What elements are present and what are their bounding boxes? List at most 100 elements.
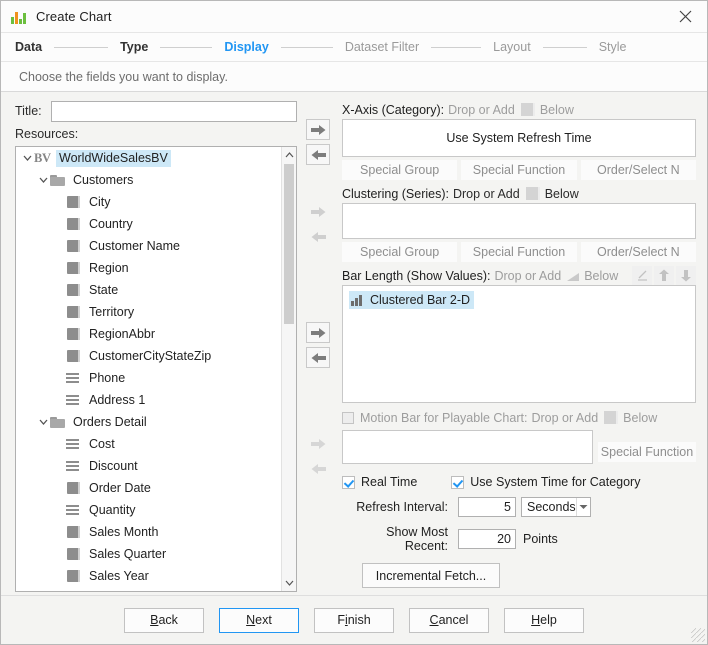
cancel-button[interactable]: Cancel: [409, 608, 489, 633]
detail-icon: [66, 370, 82, 386]
tree-item-label: Address 1: [86, 392, 148, 409]
help-button[interactable]: Help: [504, 608, 584, 633]
move-down-icon[interactable]: [676, 266, 696, 285]
step-style[interactable]: Style: [599, 40, 627, 54]
clustering-special-function-button[interactable]: Special Function: [461, 242, 576, 262]
refresh-unit-select[interactable]: Seconds: [521, 497, 591, 517]
xaxis-order-select-button[interactable]: Order/Select N: [581, 160, 696, 180]
tree-item[interactable]: BVWorldWideSalesBV: [16, 147, 281, 169]
tree-item-label: Cost: [86, 436, 118, 453]
tree-item[interactable]: Sales Quarter: [16, 543, 281, 565]
tree-item[interactable]: Region: [16, 257, 281, 279]
finish-button[interactable]: Finish: [314, 608, 394, 633]
window-title: Create Chart: [36, 9, 112, 24]
tree-scrollbar[interactable]: [281, 147, 296, 591]
tree-item[interactable]: RegionAbbr: [16, 323, 281, 345]
incremental-fetch-button[interactable]: Incremental Fetch...: [362, 563, 500, 588]
clustering-label: Clustering (Series):: [342, 187, 449, 201]
barlength-item[interactable]: Clustered Bar 2-D: [349, 291, 474, 309]
motion-bar-checkbox[interactable]: [342, 412, 354, 424]
motion-drop-area[interactable]: [342, 430, 593, 464]
xaxis-header: X-Axis (Category): Drop or Add Below: [342, 100, 696, 119]
resize-grip[interactable]: [691, 628, 705, 642]
remove-from-motion-button[interactable]: [306, 458, 330, 479]
remove-from-xaxis-button[interactable]: [306, 144, 330, 165]
xaxis-special-group-button[interactable]: Special Group: [342, 160, 457, 180]
scroll-up-icon[interactable]: [282, 147, 296, 163]
step-layout[interactable]: Layout: [493, 40, 531, 54]
tree-item-label: Sales Quarter: [86, 546, 169, 563]
tree-item[interactable]: City: [16, 191, 281, 213]
dialog-body: Title: Resources: BVWorldWideSalesBVCust…: [1, 92, 707, 644]
xaxis-drop-area[interactable]: Use System Refresh Time: [342, 119, 696, 157]
tree-indent: [52, 565, 66, 587]
tree-item[interactable]: Cost: [16, 433, 281, 455]
step-type[interactable]: Type: [120, 40, 148, 54]
remove-from-series-button[interactable]: [306, 226, 330, 247]
group-icon: [66, 304, 82, 320]
tree-item[interactable]: Territory: [16, 301, 281, 323]
show-most-recent-input[interactable]: [458, 529, 516, 549]
title-label: Title:: [15, 104, 42, 118]
clustering-special-group-button[interactable]: Special Group: [342, 242, 457, 262]
add-to-barlength-button[interactable]: [306, 322, 330, 343]
clustering-value: [343, 204, 695, 238]
wizard-step-bar: Data Type Display Dataset Filter Layout …: [1, 33, 707, 62]
tree-item[interactable]: Country: [16, 213, 281, 235]
tree-indent: [52, 433, 66, 455]
xaxis-special-function-button[interactable]: Special Function: [461, 160, 576, 180]
remove-from-barlength-button[interactable]: [306, 347, 330, 368]
title-input[interactable]: [51, 101, 297, 122]
tree-item[interactable]: Sales Month: [16, 521, 281, 543]
tree-item[interactable]: Customer Name: [16, 235, 281, 257]
chevron-down-icon[interactable]: [576, 498, 590, 516]
add-to-xaxis-button[interactable]: [306, 119, 330, 140]
step-display[interactable]: Display: [224, 40, 268, 54]
close-icon[interactable]: [663, 1, 707, 32]
barlength-toolbar: [632, 266, 696, 285]
tree-item[interactable]: Quantity: [16, 499, 281, 521]
step-data[interactable]: Data: [15, 40, 42, 54]
use-system-time-checkbox[interactable]: [451, 476, 464, 489]
clustering-order-select-button[interactable]: Order/Select N: [581, 242, 696, 262]
detail-icon: [66, 502, 82, 518]
tree-item[interactable]: Orders Detail: [16, 411, 281, 433]
barlength-drop-area[interactable]: Clustered Bar 2-D: [342, 285, 696, 403]
chevron-down-icon[interactable]: [36, 169, 50, 191]
clustering-drop-area[interactable]: [342, 203, 696, 239]
scroll-down-icon[interactable]: [282, 575, 296, 591]
next-button[interactable]: Next: [219, 608, 299, 633]
motion-special-function-button[interactable]: Special Function: [598, 442, 696, 462]
barlength-hint: Drop or Add: [494, 269, 561, 283]
refresh-interval-input[interactable]: [458, 497, 516, 517]
tree-indent: [52, 521, 66, 543]
tree-item[interactable]: Phone: [16, 367, 281, 389]
tree-item[interactable]: Address 1: [16, 389, 281, 411]
tree-item-label: Customer Name: [86, 238, 183, 255]
motion-row: Special Function: [342, 430, 696, 464]
group-icon: [66, 348, 82, 364]
tree-item[interactable]: Order Date: [16, 477, 281, 499]
tree-item[interactable]: State: [16, 279, 281, 301]
real-time-label: Real Time: [361, 475, 417, 489]
chevron-down-icon[interactable]: [36, 411, 50, 433]
tree-item[interactable]: Sales Year: [16, 565, 281, 587]
tree-item[interactable]: CustomerCityStateZip: [16, 345, 281, 367]
tree-item[interactable]: Discount: [16, 455, 281, 477]
chevron-down-icon[interactable]: [20, 147, 34, 169]
group-icon: [66, 216, 82, 232]
step-dataset-filter[interactable]: Dataset Filter: [345, 40, 419, 54]
tree-indent: [52, 367, 66, 389]
add-to-series-button[interactable]: [306, 201, 330, 222]
xaxis-value[interactable]: Use System Refresh Time: [343, 120, 695, 156]
tree-scroll-thumb[interactable]: [284, 164, 294, 324]
tree-item[interactable]: Customers: [16, 169, 281, 191]
tree-item-label: Country: [86, 216, 136, 233]
clustering-header: Clustering (Series): Drop or Add Below: [342, 184, 696, 203]
back-button[interactable]: Back: [124, 608, 204, 633]
resources-tree-list[interactable]: BVWorldWideSalesBVCustomersCity Country Cu…: [16, 147, 281, 591]
edit-icon[interactable]: [632, 266, 652, 285]
real-time-checkbox[interactable]: [342, 476, 355, 489]
move-up-icon[interactable]: [654, 266, 674, 285]
add-to-motion-button[interactable]: [306, 433, 330, 454]
